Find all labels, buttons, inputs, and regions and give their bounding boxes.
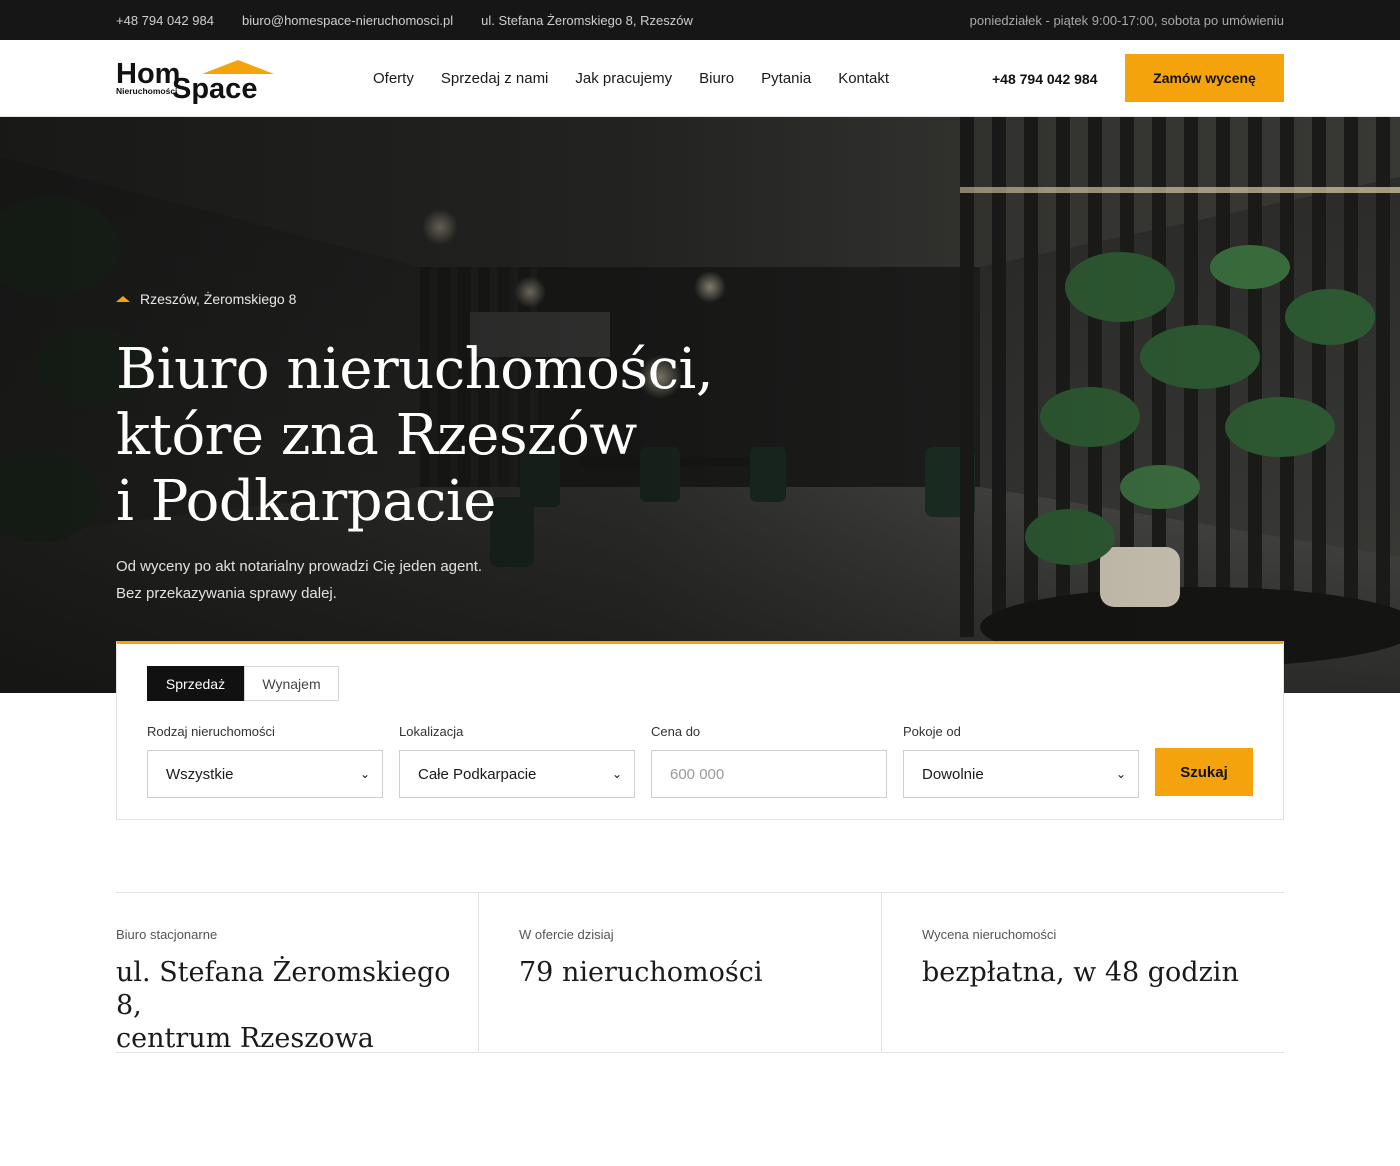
chevron-down-icon: ⌄ <box>611 767 622 781</box>
nav-item-kontakt[interactable]: Kontakt <box>838 70 889 87</box>
info-listings: W ofercie dzisiaj 79 nieruchomości <box>478 893 881 1052</box>
info-strip: Biuro stacjonarne ul. Stefana Żeromskieg… <box>116 892 1284 1055</box>
logo-roof-icon <box>202 60 274 74</box>
info-valuation: Wycena nieruchomości bezpłatna, w 48 god… <box>881 893 1284 1052</box>
top-bar-hours: poniedziałek - piątek 9:00-17:00, sobota… <box>969 12 1284 28</box>
info-valuation-value: bezpłatna, w 48 godzin <box>922 957 1239 988</box>
property-type-value: Wszystkie <box>166 765 234 783</box>
hero-title: Biuro nieruchomości, które zna Rzeszów i… <box>116 337 816 535</box>
hero-location-text: Rzeszów, Żeromskiego 8 <box>140 291 297 307</box>
logo-tagline: Nieruchomości <box>116 86 177 96</box>
top-bar-phone[interactable]: +48 794 042 984 <box>116 13 214 28</box>
top-bar-hours-wrap: poniedziałek - piątek 9:00-17:00, sobota… <box>970 0 1284 40</box>
info-listings-value: 79 nieruchomości <box>519 957 763 988</box>
nav-item-sprzedaj[interactable]: Sprzedaj z nami <box>441 70 549 87</box>
property-type-label: Rodzaj nieruchomości <box>147 724 275 739</box>
nav-item-jak-pracujemy[interactable]: Jak pracujemy <box>575 70 672 87</box>
hero-title-line-3: i Podkarpacie <box>116 469 496 534</box>
info-office-line-1: ul. Stefana Żeromskiego 8, <box>116 957 451 1021</box>
info-office-label: Biuro stacjonarne <box>116 927 218 942</box>
chevron-down-icon: ⌄ <box>359 767 370 781</box>
tab-sprzedaz[interactable]: Sprzedaż <box>147 666 244 701</box>
hero-subtitle-line-1: Od wyceny po akt notarialny prowadzi Cię… <box>116 558 483 575</box>
hero-title-line-1: Biuro nieruchomości, <box>116 337 714 402</box>
price-placeholder: 600 000 <box>670 765 725 783</box>
location-label: Lokalizacja <box>399 724 464 739</box>
search-tabs: Sprzedaż Wynajem <box>147 666 339 701</box>
info-valuation-label: Wycena nieruchomości <box>922 927 1057 942</box>
property-search-panel: Sprzedaż Wynajem Rodzaj nieruchomości Ws… <box>116 641 1284 820</box>
tab-wynajem[interactable]: Wynajem <box>244 666 339 701</box>
logo[interactable]: Hom Space Nieruchomości <box>116 54 276 104</box>
chevron-down-icon: ⌄ <box>1115 767 1126 781</box>
nav-item-oferty[interactable]: Oferty <box>373 70 414 87</box>
info-office: Biuro stacjonarne ul. Stefana Żeromskieg… <box>116 893 478 1055</box>
top-bar-email[interactable]: biuro@homespace-nieruchomosci.pl <box>242 13 453 28</box>
property-type-select[interactable]: Wszystkie ⌄ <box>147 750 383 798</box>
location-field: Lokalizacja Całe Podkarpacie ⌄ <box>399 724 635 798</box>
hero: Rzeszów, Żeromskiego 8 Biuro nieruchomoś… <box>0 117 1400 693</box>
location-value: Całe Podkarpacie <box>418 765 537 783</box>
main-nav: Oferty Sprzedaj z nami Jak pracujemy Biu… <box>373 40 889 117</box>
search-button[interactable]: Szukaj <box>1155 748 1253 796</box>
top-bar-address: ul. Stefana Żeromskiego 8, Rzeszów <box>481 12 693 28</box>
nav-item-biuro[interactable]: Biuro <box>699 70 734 87</box>
logo-word-space: Space <box>172 73 257 104</box>
header-phone[interactable]: +48 794 042 984 <box>992 40 1098 117</box>
rooms-label: Pokoje od <box>903 724 961 739</box>
location-marker-icon <box>116 296 130 302</box>
hero-subtitle: Od wyceny po akt notarialny prowadzi Cię… <box>116 553 482 607</box>
price-label: Cena do <box>651 724 701 739</box>
location-select[interactable]: Całe Podkarpacie ⌄ <box>399 750 635 798</box>
rooms-select[interactable]: Dowolnie ⌄ <box>903 750 1139 798</box>
property-type-field: Rodzaj nieruchomości Wszystkie ⌄ <box>147 724 383 798</box>
hero-subtitle-line-2: Bez przekazywania sprawy dalej. <box>116 585 337 602</box>
nav-item-pytania[interactable]: Pytania <box>761 70 811 87</box>
order-valuation-button[interactable]: Zamów wycenę <box>1125 54 1284 102</box>
price-input[interactable]: 600 000 <box>651 750 887 798</box>
top-bar: +48 794 042 984 biuro@homespace-nierucho… <box>0 0 1400 40</box>
rooms-field: Pokoje od Dowolnie ⌄ <box>903 724 1139 798</box>
hero-title-line-2: które zna Rzeszów <box>116 403 637 468</box>
top-bar-contacts: +48 794 042 984 biuro@homespace-nierucho… <box>116 0 693 40</box>
hero-location: Rzeszów, Żeromskiego 8 <box>116 291 296 307</box>
price-field: Cena do 600 000 <box>651 724 887 798</box>
info-office-value: ul. Stefana Żeromskiego 8, centrum Rzesz… <box>116 956 478 1055</box>
rooms-value: Dowolnie <box>922 765 984 783</box>
site-header: Hom Space Nieruchomości Oferty Sprzedaj … <box>0 40 1400 117</box>
info-office-line-2: centrum Rzeszowa <box>116 1023 374 1054</box>
info-listings-label: W ofercie dzisiaj <box>519 927 614 942</box>
